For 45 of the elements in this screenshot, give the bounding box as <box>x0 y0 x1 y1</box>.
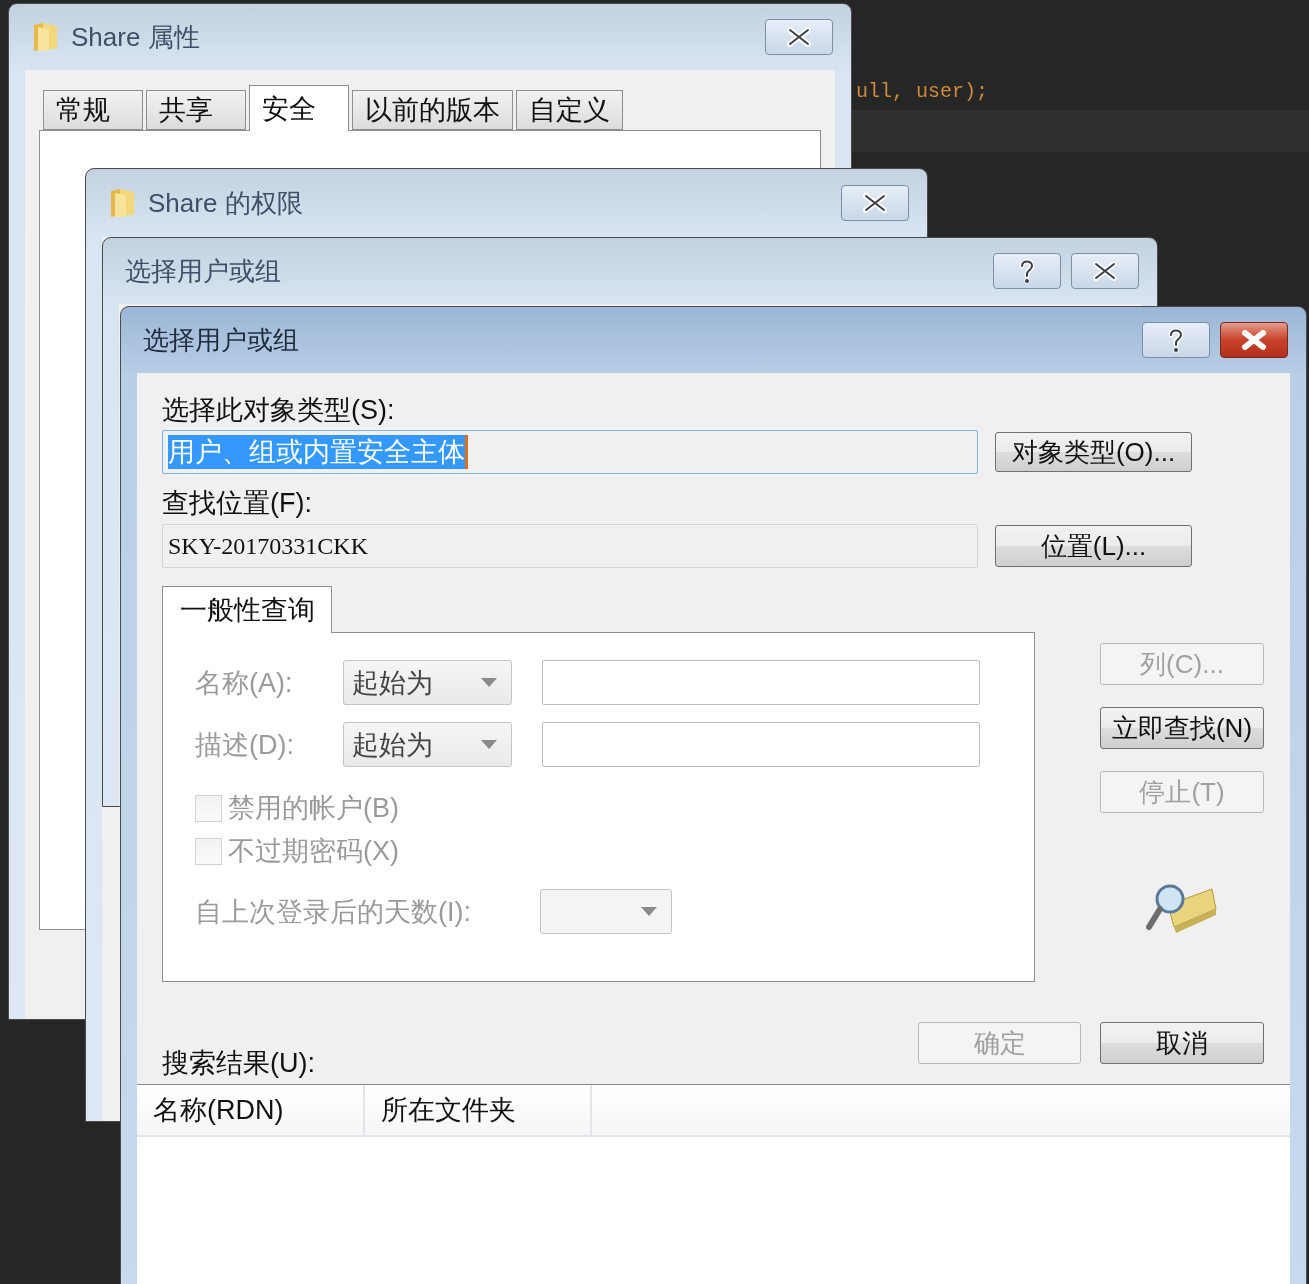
help-button[interactable] <box>1142 322 1210 358</box>
location-field: SKY-20170331CKK <box>162 524 978 568</box>
tab[interactable]: 以前的版本 <box>352 90 513 130</box>
close-icon <box>862 193 888 213</box>
tab[interactable]: 共享 <box>146 90 246 130</box>
window-title: Share 的权限 <box>148 186 304 220</box>
column-header[interactable]: 所在文件夹 <box>365 1085 592 1135</box>
code-text: ull, user); <box>856 80 989 103</box>
field-label: 自上次登录后的天数(I): <box>195 896 471 927</box>
input-field[interactable] <box>542 722 980 767</box>
window-title: 选择用户或组 <box>143 323 300 357</box>
window-title: Share 属性 <box>71 20 201 54</box>
close-icon <box>1092 261 1118 281</box>
tab[interactable]: 常规 <box>43 90 143 130</box>
help-icon <box>1167 327 1185 353</box>
field-label: 选择此对象类型(S): <box>162 395 396 425</box>
tab[interactable]: 一般性查询 <box>162 586 332 633</box>
cancel-button[interactable]: 取消 <box>1100 1022 1264 1064</box>
results-label: 搜索结果(U): <box>162 1048 315 1078</box>
close-button[interactable] <box>1220 322 1288 358</box>
field-label: 查找位置(F): <box>162 488 312 518</box>
close-icon <box>1241 330 1267 350</box>
help-button[interactable] <box>993 253 1061 289</box>
close-button[interactable] <box>841 185 909 221</box>
tab[interactable]: 自定义 <box>516 90 623 130</box>
checkbox-label: 禁用的帐户(B) <box>228 793 399 823</box>
window-title: 选择用户或组 <box>125 254 282 288</box>
field-label: 名称(A): <box>195 667 293 698</box>
dropdown-arrow-icon <box>641 907 657 916</box>
close-icon <box>786 27 812 47</box>
dropdown-arrow-icon <box>481 740 497 749</box>
object-types-button[interactable]: 对象类型(O)... <box>995 432 1192 472</box>
help-icon <box>1018 258 1036 284</box>
dropdown-arrow-icon <box>481 678 497 687</box>
field-label: 描述(D): <box>195 729 294 760</box>
tab[interactable]: 安全 <box>249 85 349 131</box>
input-field[interactable] <box>542 660 980 705</box>
action-button[interactable]: 立即查找(N) <box>1100 707 1264 749</box>
close-button[interactable] <box>765 19 833 55</box>
dropdown[interactable]: 起始为 <box>343 722 512 767</box>
location-button[interactable]: 位置(L)... <box>995 525 1192 567</box>
dropdown[interactable]: 起始为 <box>343 660 512 705</box>
close-button[interactable] <box>1071 253 1139 289</box>
column-header[interactable]: 名称(RDN) <box>137 1085 365 1135</box>
checkbox-label: 不过期密码(X) <box>228 836 399 866</box>
